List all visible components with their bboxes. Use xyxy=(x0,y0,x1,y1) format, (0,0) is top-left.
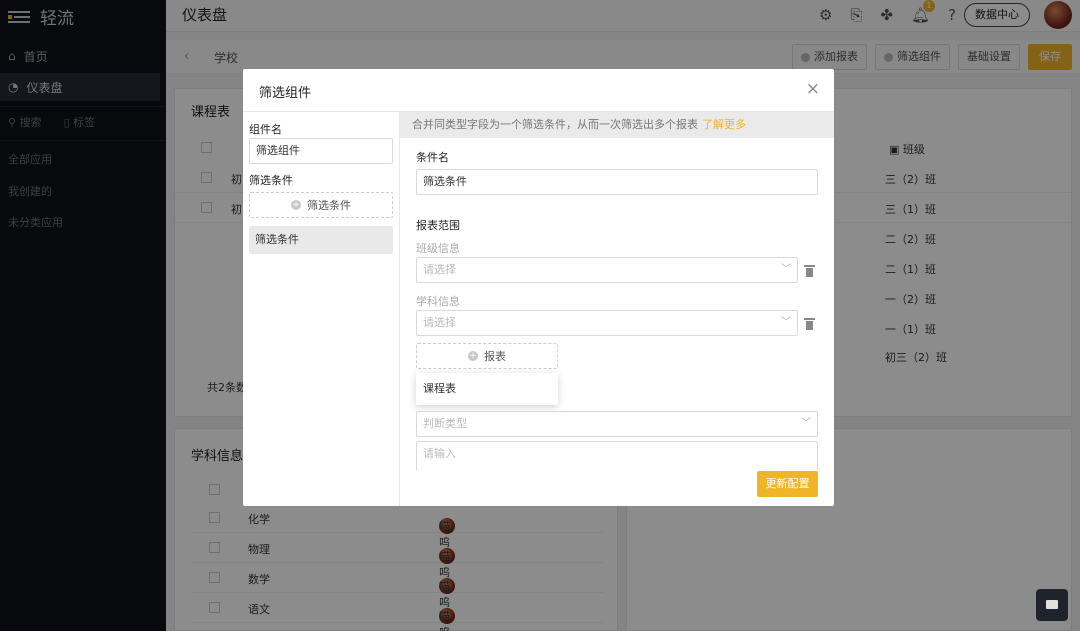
class-field-select[interactable]: 请选择 ﹀ xyxy=(416,257,798,283)
tip-bar: 合并同类型字段为一个筛选条件，从而一次筛选出多个报表 了解更多 xyxy=(400,112,834,138)
component-name-input[interactable]: 筛选组件 xyxy=(249,138,393,164)
subject-field-select[interactable]: 请选择 ﹀ xyxy=(416,310,798,336)
trash-icon[interactable] xyxy=(804,264,816,278)
condition-name-label: 条件名 xyxy=(416,151,449,164)
condition-list-item[interactable]: 筛选条件 xyxy=(249,226,393,254)
condition-config-pane: 合并同类型字段为一个筛选条件，从而一次筛选出多个报表 了解更多 条件名 筛选条件 … xyxy=(400,112,834,506)
filter-component-modal: 筛选组件 × 组件名 筛选组件 筛选条件 + 筛选条件 筛选条件 合并同类型字段… xyxy=(243,69,834,506)
tip-text: 合并同类型字段为一个筛选条件，从而一次筛选出多个报表 xyxy=(412,118,698,131)
filter-conditions-label: 筛选条件 xyxy=(249,174,293,187)
chevron-down-icon: ﹀ xyxy=(781,264,791,275)
update-config-button[interactable]: 更新配置 xyxy=(757,471,818,497)
report-dropdown-option[interactable]: 课程表 xyxy=(416,373,558,405)
condition-name-input[interactable]: 筛选条件 xyxy=(416,169,818,195)
plus-icon: + xyxy=(468,351,478,361)
chat-button[interactable] xyxy=(1036,589,1068,621)
component-name-label: 组件名 xyxy=(249,123,282,136)
modal-header: 筛选组件 × xyxy=(243,69,834,112)
chevron-down-icon: ﹀ xyxy=(781,317,791,328)
report-scope-label: 报表范围 xyxy=(416,219,460,232)
component-list-pane: 组件名 筛选组件 筛选条件 + 筛选条件 筛选条件 xyxy=(243,112,400,506)
trash-icon[interactable] xyxy=(804,317,816,331)
learn-more-link[interactable]: 了解更多 xyxy=(702,118,746,131)
close-icon[interactable]: × xyxy=(806,80,820,98)
judge-type-select[interactable]: 判断类型 ﹀ xyxy=(416,411,818,437)
chat-icon xyxy=(1046,600,1058,609)
chevron-down-icon: ﹀ xyxy=(801,418,811,429)
add-report-button[interactable]: + 报表 xyxy=(416,343,558,369)
subject-info-label: 学科信息 xyxy=(416,295,460,308)
value-input[interactable]: 请输入 xyxy=(416,441,818,471)
class-info-label: 班级信息 xyxy=(416,242,460,255)
modal-title: 筛选组件 xyxy=(259,86,312,101)
add-condition-button[interactable]: + 筛选条件 xyxy=(249,192,393,218)
plus-icon: + xyxy=(291,200,301,210)
